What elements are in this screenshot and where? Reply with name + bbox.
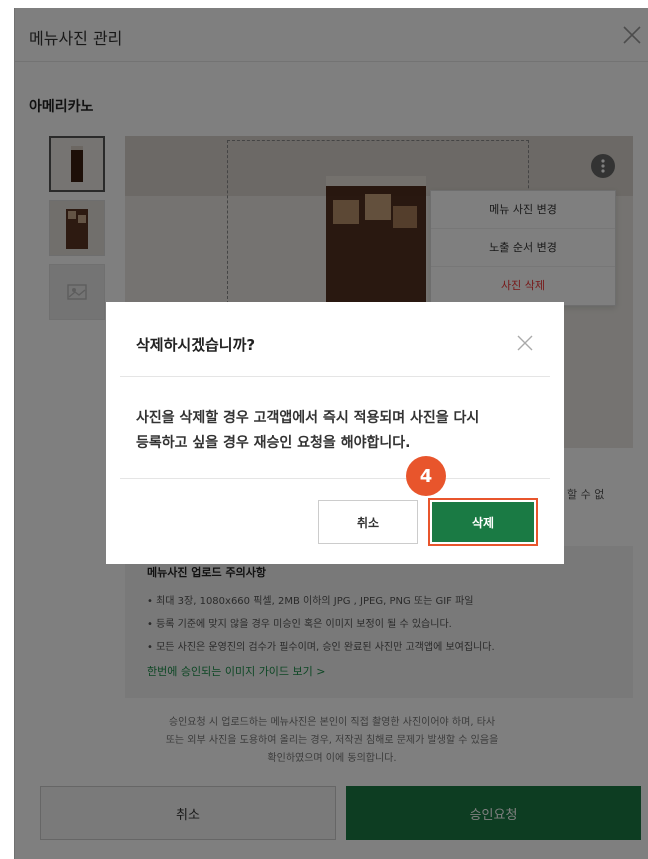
divider (120, 376, 550, 377)
dialog-message: 사진을 삭제할 경우 고객앱에서 즉시 적용되며 사진을 다시 등록하고 싶을 … (136, 410, 480, 451)
dialog-title: 삭제하시겠습니까? (136, 336, 256, 354)
dialog-delete-button[interactable]: 삭제 (432, 502, 534, 542)
dialog-cancel-button[interactable]: 취소 (318, 500, 418, 544)
step-number-badge: 4 (406, 456, 446, 496)
delete-highlight-frame: 삭제 (428, 498, 538, 546)
close-icon[interactable] (516, 334, 534, 352)
divider (120, 478, 550, 479)
delete-confirm-dialog: 삭제하시겠습니까? 사진을 삭제할 경우 고객앱에서 즉시 적용되며 사진을 다… (106, 302, 564, 564)
